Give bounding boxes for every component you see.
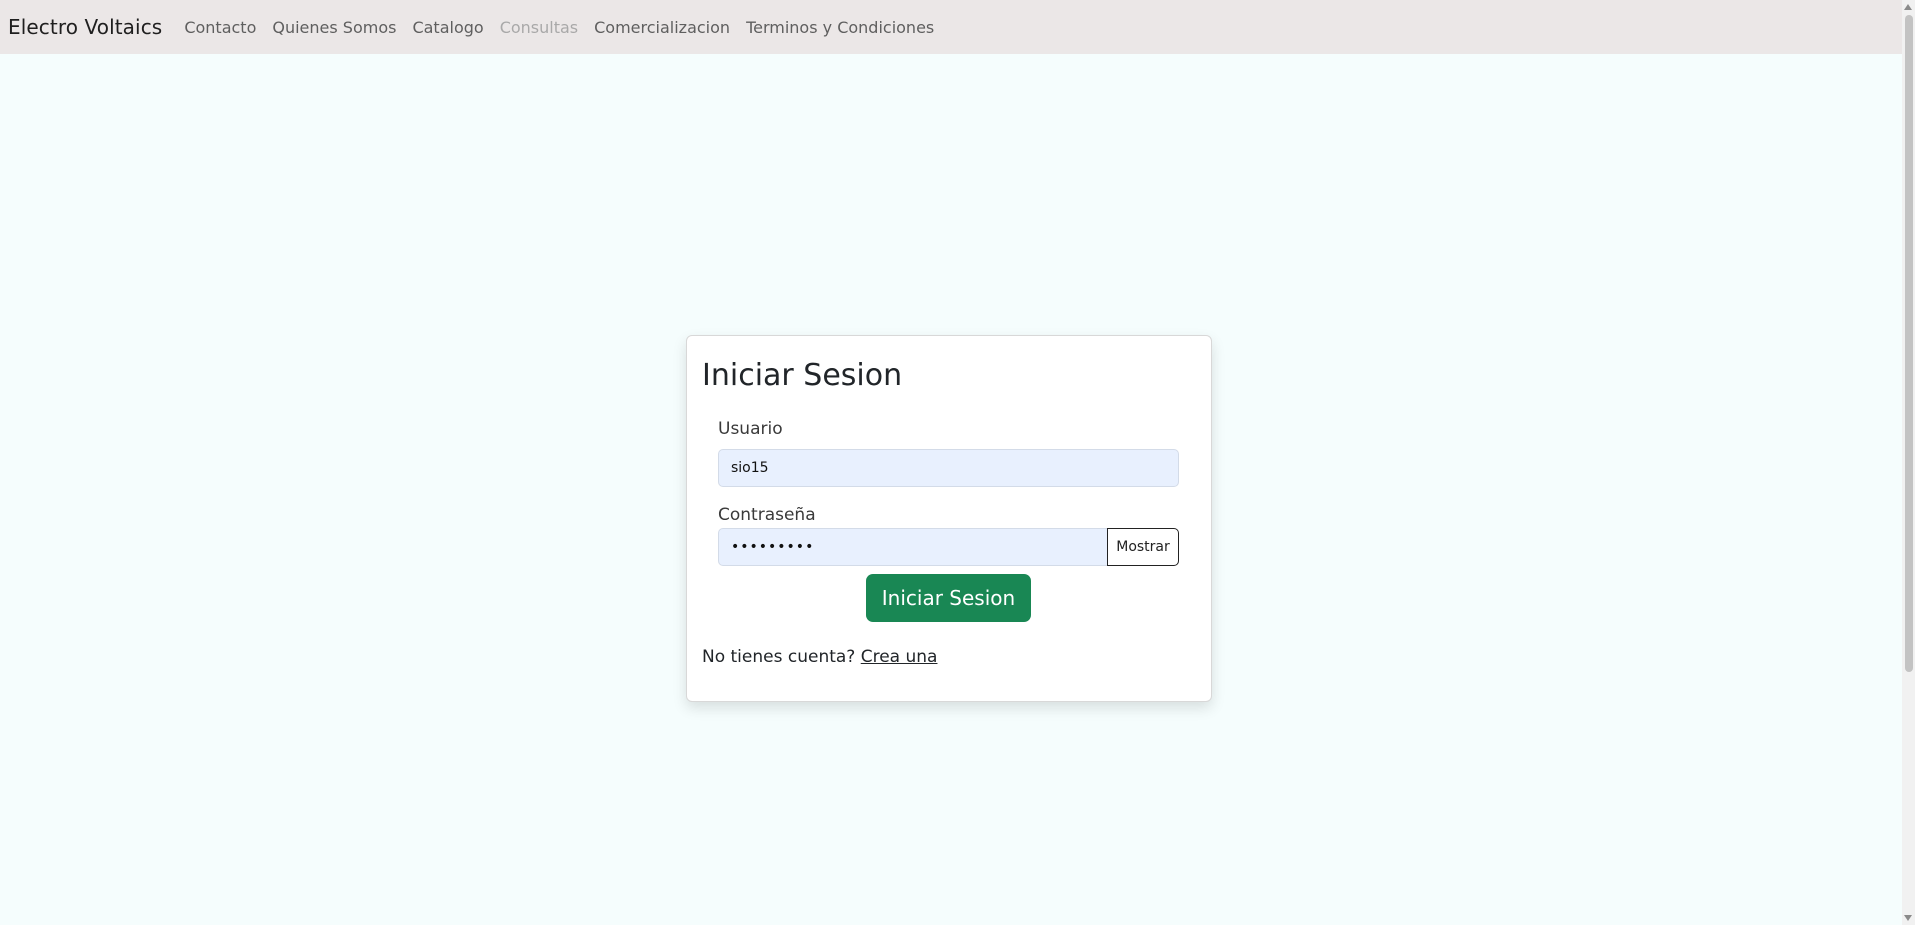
nav-link-comercializacion[interactable]: Comercializacion	[594, 18, 730, 37]
nav-link-terminos[interactable]: Terminos y Condiciones	[746, 18, 934, 37]
nav-link-consultas: Consultas	[499, 17, 579, 37]
login-submit-button[interactable]: Iniciar Sesion	[866, 574, 1031, 622]
password-label: Contraseña	[718, 505, 816, 525]
username-label: Usuario	[718, 419, 783, 439]
signup-line: No tienes cuenta? Crea una	[702, 647, 937, 667]
login-card: Iniciar Sesion Usuario Contraseña Mostra…	[686, 335, 1212, 702]
show-password-button[interactable]: Mostrar	[1107, 528, 1179, 566]
login-title: Iniciar Sesion	[702, 358, 903, 393]
nav-link-contacto[interactable]: Contacto	[184, 18, 256, 37]
vertical-scrollbar[interactable]	[1902, 0, 1915, 925]
nav-link-catalogo[interactable]: Catalogo	[412, 18, 483, 37]
signup-prompt: No tienes cuenta?	[702, 647, 856, 667]
nav-link-quienes-somos[interactable]: Quienes Somos	[272, 18, 396, 37]
navbar-brand[interactable]: Electro Voltaics	[8, 15, 162, 39]
password-input[interactable]	[718, 528, 1108, 566]
scroll-thumb[interactable]	[1905, 15, 1913, 672]
scroll-up-arrow-icon[interactable]	[1904, 4, 1912, 10]
scroll-down-arrow-icon[interactable]	[1904, 915, 1912, 921]
signup-link[interactable]: Crea una	[861, 647, 938, 667]
username-input[interactable]	[718, 449, 1179, 487]
navbar: Electro Voltaics Contacto Quienes Somos …	[0, 0, 1902, 54]
